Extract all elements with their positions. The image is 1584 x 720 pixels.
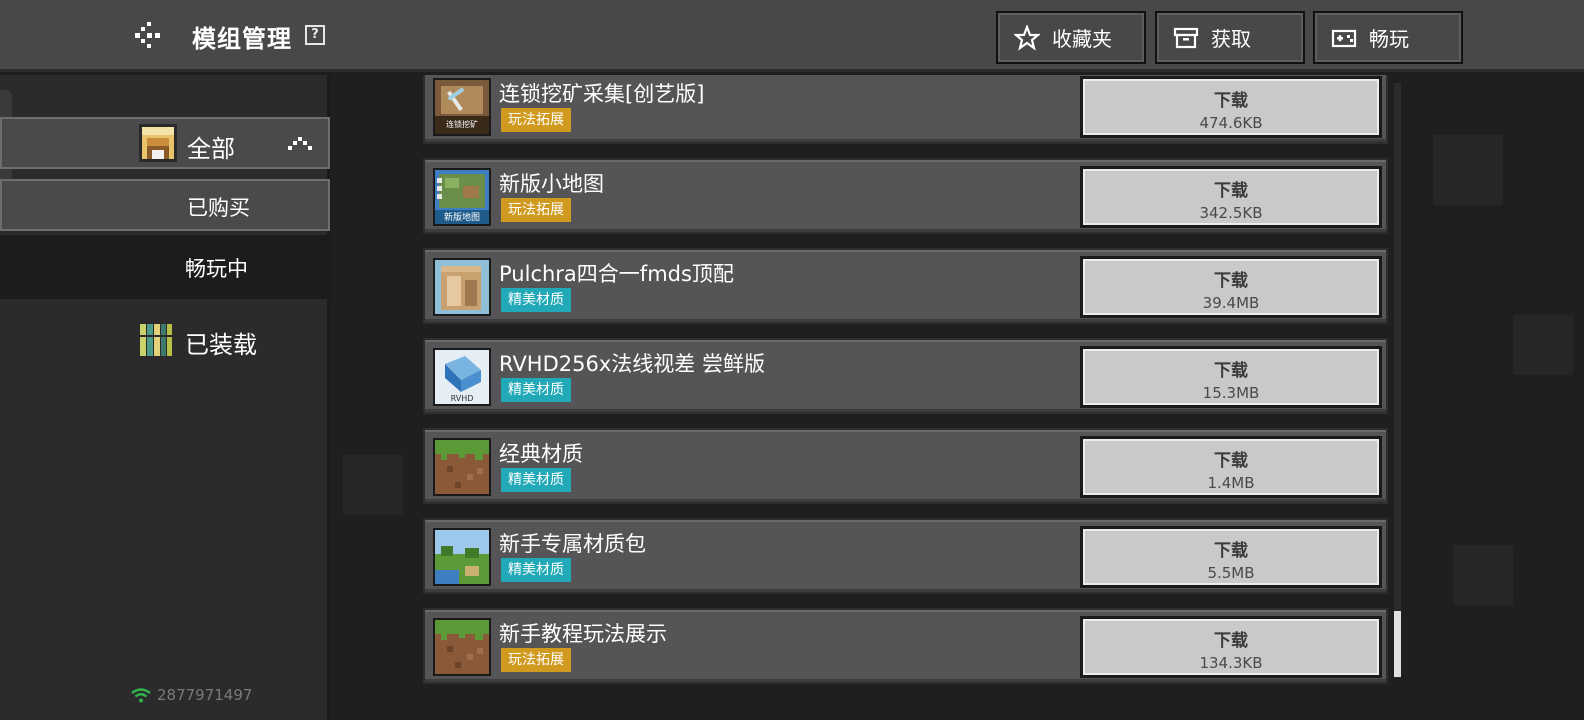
mod-row[interactable]: 连锁挖矿 连锁挖矿采集[创艺版] 玩法拓展 下载 474.6KB: [423, 75, 1388, 144]
chain-mining-thumbnail-icon: 连锁挖矿: [435, 80, 489, 134]
mod-thumbnail: RVHD: [433, 348, 491, 406]
mod-name: 新手教程玩法展示: [499, 622, 667, 646]
play-button-label: 畅玩: [1369, 27, 1409, 51]
landscape-thumbnail-icon: [435, 530, 489, 584]
scrollbar-thumb[interactable]: [1394, 611, 1401, 677]
get-button-label: 获取: [1211, 27, 1251, 51]
user-id-text: 2877971497: [157, 686, 253, 704]
mod-thumbnail: 连锁挖矿: [433, 78, 491, 136]
mod-thumbnail: [433, 258, 491, 316]
mod-row[interactable]: Pulchra四合一fmds顶配 精美材质 下载 39.4MB: [423, 248, 1388, 324]
mod-category-tag: 玩法拓展: [501, 108, 571, 132]
download-button[interactable]: 下载 134.3KB: [1080, 616, 1382, 678]
download-button[interactable]: 下载 39.4MB: [1080, 256, 1382, 318]
grass-block-thumbnail-icon: [435, 620, 489, 674]
mod-name: Pulchra四合一fmds顶配: [499, 262, 734, 286]
download-button-label: 下载: [1214, 361, 1248, 381]
download-size: 134.3KB: [1199, 654, 1263, 672]
background-tile: [343, 455, 403, 515]
mod-category-tag: 玩法拓展: [501, 648, 571, 672]
sidebar-item-installed-label: 已装载: [185, 331, 257, 359]
top-bar: 模组管理 ? 收藏夹 获取 畅玩: [0, 0, 1584, 72]
mod-category-tag: 玩法拓展: [501, 198, 571, 222]
favorites-button[interactable]: 收藏夹: [996, 11, 1146, 64]
download-button[interactable]: 下载 15.3MB: [1080, 346, 1382, 408]
user-id-status: 2877971497: [130, 686, 252, 704]
page-title: 模组管理: [192, 25, 292, 53]
download-size: 5.5MB: [1207, 564, 1255, 582]
mod-category-tag: 精美材质: [501, 378, 571, 402]
download-button[interactable]: 下载 1.4MB: [1080, 436, 1382, 498]
sidebar-item-all[interactable]: 全部: [0, 117, 330, 169]
sidebar-item-purchased[interactable]: 已购买: [0, 179, 330, 231]
download-button-label: 下载: [1214, 631, 1248, 651]
star-icon: [1014, 24, 1040, 51]
download-size: 342.5KB: [1199, 204, 1263, 222]
play-button[interactable]: 畅玩: [1313, 11, 1463, 64]
svg-text:RVHD: RVHD: [451, 394, 474, 403]
mod-thumbnail: [433, 528, 491, 586]
bookshelf-icon: [137, 321, 175, 359]
download-button[interactable]: 下载 474.6KB: [1080, 76, 1382, 138]
chest-icon: [1173, 27, 1199, 48]
back-arrow-icon[interactable]: [135, 22, 165, 48]
rvhd-thumbnail-icon: RVHD: [435, 350, 489, 404]
svg-text:连锁挖矿: 连锁挖矿: [446, 119, 478, 129]
download-size: 39.4MB: [1202, 294, 1260, 312]
category-sidebar: 全部 已购买 畅玩中 已装载 2877971497: [0, 75, 330, 720]
sidebar-item-installed[interactable]: 已装载: [0, 315, 330, 365]
download-button-label: 下载: [1214, 271, 1248, 291]
download-button-label: 下载: [1214, 181, 1248, 201]
background-tile: [1513, 315, 1573, 375]
mod-category-tag: 精美材质: [501, 468, 571, 492]
download-size: 15.3MB: [1202, 384, 1260, 402]
mod-row[interactable]: 新手专属材质包 精美材质 下载 5.5MB: [423, 518, 1388, 594]
mod-category-tag: 精美材质: [501, 288, 571, 312]
mod-row[interactable]: 经典材质 精美材质 下载 1.4MB: [423, 428, 1388, 504]
sidebar-item-all-label: 全部: [187, 135, 235, 163]
minimap-thumbnail-icon: 新版地图: [435, 170, 489, 224]
grass-block-thumbnail-icon: [435, 440, 489, 494]
background-tile: [1453, 545, 1513, 605]
pulchra-thumbnail-icon: [435, 260, 489, 314]
mod-name: 连锁挖矿采集[创艺版]: [499, 82, 705, 106]
wifi-icon: [131, 688, 151, 703]
download-size: 1.4MB: [1207, 474, 1255, 492]
download-button-label: 下载: [1214, 451, 1248, 471]
scrollbar-track[interactable]: [1394, 83, 1401, 678]
download-button[interactable]: 下载 342.5KB: [1080, 166, 1382, 228]
download-button-label: 下载: [1214, 541, 1248, 561]
mod-name: 经典材质: [499, 442, 583, 466]
sidebar-item-playing-label: 畅玩中: [185, 257, 248, 281]
get-button[interactable]: 获取: [1155, 11, 1305, 64]
help-icon[interactable]: ?: [305, 25, 325, 45]
mod-list-panel: 连锁挖矿 连锁挖矿采集[创艺版] 玩法拓展 下载 474.6KB 新版地图 新版…: [333, 75, 1584, 720]
mod-category-tag: 精美材质: [501, 558, 571, 582]
download-button[interactable]: 下载 5.5MB: [1080, 526, 1382, 588]
mod-name: 新版小地图: [499, 172, 604, 196]
sidebar-item-playing[interactable]: 畅玩中: [0, 235, 330, 299]
favorites-button-label: 收藏夹: [1052, 27, 1112, 51]
mod-thumbnail: [433, 438, 491, 496]
mod-name: 新手专属材质包: [499, 532, 646, 556]
mod-thumbnail: 新版地图: [433, 168, 491, 226]
mod-row[interactable]: 新版地图 新版小地图 玩法拓展 下载 342.5KB: [423, 158, 1388, 234]
mod-row[interactable]: 新手教程玩法展示 玩法拓展 下载 134.3KB: [423, 608, 1388, 684]
all-mods-icon: [139, 124, 177, 162]
mod-name: RVHD256x法线视差 尝鲜版: [499, 352, 765, 376]
sidebar-item-purchased-label: 已购买: [187, 196, 250, 220]
background-tile: [1433, 135, 1503, 205]
download-size: 474.6KB: [1199, 114, 1263, 132]
gamepad-icon: [1331, 29, 1357, 47]
svg-text:新版地图: 新版地图: [444, 211, 480, 223]
mod-row[interactable]: RVHD RVHD256x法线视差 尝鲜版 精美材质 下载 15.3MB: [423, 338, 1388, 414]
mod-thumbnail: [433, 618, 491, 676]
chevron-up-icon[interactable]: [288, 137, 312, 151]
download-button-label: 下载: [1214, 91, 1248, 111]
